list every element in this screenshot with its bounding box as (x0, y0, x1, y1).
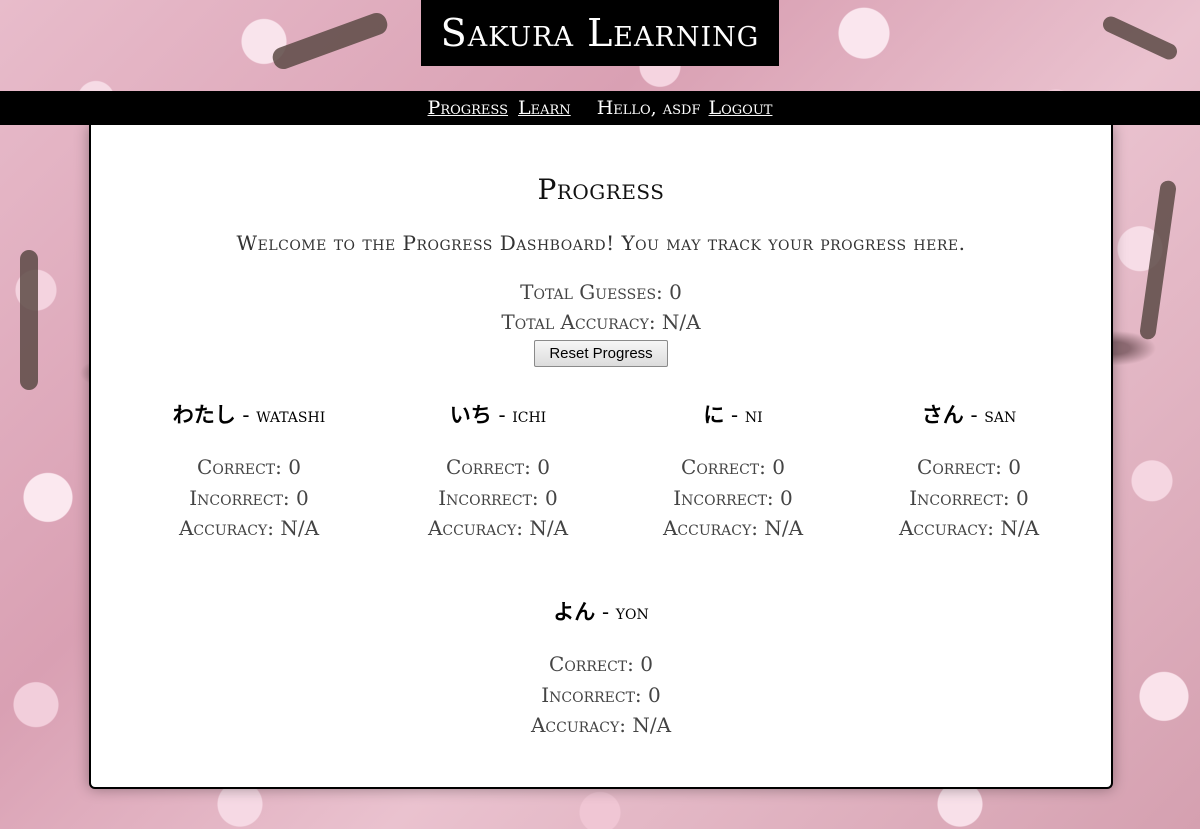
accuracy-value: Accuracy: N/A (178, 516, 320, 540)
word-romaji: san (984, 403, 1017, 427)
word-stats: Correct: 0 Incorrect: 0 Accuracy: N/A (380, 452, 616, 544)
word-kana: よん (553, 600, 596, 624)
user-greeting: Hello, asdf (596, 97, 701, 119)
reset-progress-button[interactable]: Reset Progress (534, 340, 668, 367)
correct-count: Correct: 0 (446, 455, 550, 479)
word-kana: わたし (172, 403, 236, 427)
accuracy-value: Accuracy: N/A (898, 516, 1040, 540)
incorrect-count: Incorrect: 0 (438, 485, 558, 510)
word-separator: - (235, 403, 257, 427)
top-navbar: Progress Learn Hello, asdf Logout (0, 91, 1200, 125)
word-card-title: に - ni (615, 400, 851, 430)
word-card: わたし - watashi Correct: 0 Incorrect: 0 Ac… (131, 400, 367, 544)
accuracy-value: Accuracy: N/A (530, 713, 672, 737)
word-card-title: よん - yon (483, 597, 719, 627)
word-card-title: いち - ichi (380, 400, 616, 430)
word-romaji: yon (615, 600, 649, 624)
branch-decoration (20, 250, 38, 390)
site-title: Sakura Learning (421, 0, 779, 66)
correct-count: Correct: 0 (549, 652, 653, 676)
word-kana: いち (449, 403, 492, 427)
correct-count: Correct: 0 (681, 455, 785, 479)
word-separator: - (595, 600, 616, 624)
site-title-text: Sakura Learning (440, 11, 760, 55)
word-card-title: わたし - watashi (131, 400, 367, 430)
totals-summary: Total Guesses: 0 Total Accuracy: N/A (91, 277, 1111, 337)
word-stats: Correct: 0 Incorrect: 0 Accuracy: N/A (483, 649, 719, 741)
word-card: よん - yon Correct: 0 Incorrect: 0 Accurac… (483, 597, 719, 741)
word-separator: - (491, 403, 513, 427)
word-kana: に (703, 403, 725, 427)
total-guesses: Total Guesses: 0 (520, 280, 682, 304)
correct-count: Correct: 0 (917, 455, 1021, 479)
incorrect-count: Incorrect: 0 (673, 485, 793, 510)
word-romaji: watashi (256, 403, 326, 427)
word-romaji: ichi (512, 403, 547, 427)
total-accuracy: Total Accuracy: N/A (501, 310, 701, 334)
word-card: に - ni Correct: 0 Incorrect: 0 Accuracy:… (615, 400, 851, 544)
incorrect-count: Incorrect: 0 (189, 485, 309, 510)
incorrect-count: Incorrect: 0 (541, 682, 661, 707)
word-stats: Correct: 0 Incorrect: 0 Accuracy: N/A (851, 452, 1087, 544)
page-title: Progress (537, 173, 665, 206)
nav-link-logout[interactable]: Logout (709, 97, 773, 119)
accuracy-value: Accuracy: N/A (662, 516, 804, 540)
word-stats: Correct: 0 Incorrect: 0 Accuracy: N/A (131, 452, 367, 544)
word-romaji: ni (744, 403, 763, 427)
welcome-message: Welcome to the Progress Dashboard! You m… (236, 231, 966, 255)
incorrect-count: Incorrect: 0 (909, 485, 1029, 510)
word-separator: - (963, 403, 985, 427)
progress-panel: Progress Welcome to the Progress Dashboa… (89, 125, 1113, 789)
word-separator: - (724, 403, 745, 427)
word-kana: さん (921, 403, 964, 427)
nav-link-progress[interactable]: Progress (428, 97, 508, 119)
word-card: さん - san Correct: 0 Incorrect: 0 Accurac… (851, 400, 1087, 544)
word-card: いち - ichi Correct: 0 Incorrect: 0 Accura… (380, 400, 616, 544)
word-card-title: さん - san (851, 400, 1087, 430)
correct-count: Correct: 0 (197, 455, 301, 479)
accuracy-value: Accuracy: N/A (427, 516, 569, 540)
word-stats: Correct: 0 Incorrect: 0 Accuracy: N/A (615, 452, 851, 544)
nav-link-learn[interactable]: Learn (518, 97, 571, 119)
